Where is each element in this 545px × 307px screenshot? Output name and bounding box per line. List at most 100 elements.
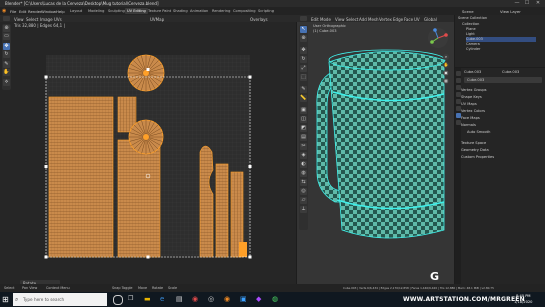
material-props-icon[interactable]: [455, 120, 461, 125]
tab-animation[interactable]: Animation: [188, 8, 210, 14]
tab-uv-editing[interactable]: UV Editing: [125, 8, 148, 14]
cortana-icon[interactable]: [113, 295, 123, 305]
menu-help[interactable]: Help: [56, 9, 65, 14]
tab-scripting[interactable]: Scripting: [256, 8, 276, 14]
clock-time[interactable]: 8:40 PM: [516, 294, 530, 298]
tool-props-icon[interactable]: [455, 71, 461, 76]
uv-overlays-button[interactable]: Overlays: [250, 17, 268, 22]
uv-island-side[interactable]: [117, 139, 161, 258]
vp-menu-select[interactable]: Select: [346, 17, 358, 22]
view-layer-selector[interactable]: View Layer: [500, 9, 521, 14]
uv-image-name[interactable]: UVMap: [150, 17, 164, 22]
object-props-icon[interactable]: [455, 99, 461, 104]
uv-island-handle-b[interactable]: [215, 163, 229, 258]
camera-icon[interactable]: ▣: [443, 70, 449, 76]
steam-icon[interactable]: ◎: [208, 295, 217, 303]
mug-body[interactable]: [328, 51, 445, 239]
vp-menu-uv[interactable]: UV: [414, 17, 420, 22]
menu-window[interactable]: Window: [41, 9, 56, 14]
edge-browser-icon[interactable]: e: [160, 295, 169, 303]
app3-taskbar-icon[interactable]: ◍: [272, 295, 281, 303]
chrome-icon[interactable]: ◉: [192, 295, 201, 303]
vp-menu-add[interactable]: Add: [359, 17, 367, 22]
zoom-icon[interactable]: ⌕: [443, 54, 449, 60]
navigation-gizmo[interactable]: [427, 27, 449, 49]
tab-layout[interactable]: Layout: [68, 8, 84, 14]
tab-shading[interactable]: Shading: [171, 8, 190, 14]
modifier-props-icon[interactable]: [455, 106, 461, 111]
tab-rendering[interactable]: Rendering: [210, 8, 232, 14]
clock-date[interactable]: 1/18/2020: [514, 300, 532, 304]
status-snap-toggle: Snap Toggle: [112, 286, 133, 290]
section-vertex-colors[interactable]: Vertex Colors: [461, 108, 485, 114]
editor-type-icon[interactable]: [3, 16, 10, 21]
pan-icon[interactable]: ✋: [443, 62, 449, 68]
tab-texture-paint[interactable]: Texture Paint: [146, 8, 173, 14]
viewport-editor-type-icon[interactable]: [300, 16, 307, 21]
scene-props-icon[interactable]: [455, 92, 461, 97]
uv-island-disc-top[interactable]: [127, 54, 165, 92]
menu-render[interactable]: Render: [28, 9, 42, 14]
maximize-button[interactable]: ☐: [522, 0, 532, 7]
uv-menu-select[interactable]: Select: [26, 17, 38, 22]
section-vertex-groups[interactable]: Vertex Groups: [461, 87, 487, 93]
mesh-name[interactable]: Cube.003: [502, 69, 519, 75]
file-explorer-icon[interactable]: ▬: [144, 295, 153, 303]
section-uv-maps[interactable]: UV Maps: [461, 101, 477, 107]
scene-selector[interactable]: Scene: [462, 9, 474, 14]
outliner-scene-collection[interactable]: Scene Collection: [458, 16, 487, 21]
edit-mode-selector[interactable]: Edit Mode: [311, 17, 331, 22]
close-button[interactable]: ✕: [533, 0, 543, 7]
transform-orientation[interactable]: Global: [424, 17, 437, 22]
section-face-maps[interactable]: Face Maps: [461, 115, 480, 121]
output-props-icon[interactable]: [455, 85, 461, 90]
blender-logo-icon[interactable]: ◉: [2, 8, 6, 14]
uv-menu-image[interactable]: Image: [40, 17, 53, 22]
uv-menu-uvs[interactable]: UVs: [54, 17, 62, 22]
vp-menu-face[interactable]: Face: [404, 17, 413, 22]
window-title: Blender* [C:\Users\Lucas de la Cerveza\D…: [5, 1, 159, 6]
vp-menu-vertex[interactable]: Vertex: [379, 17, 392, 22]
status-move: Move: [138, 286, 148, 290]
mesh-data-props-icon[interactable]: [455, 113, 461, 118]
uv-island-body[interactable]: [48, 96, 114, 258]
uv-island-handle-a[interactable]: [199, 145, 214, 258]
grid-icon[interactable]: ▦: [443, 78, 449, 84]
mug-viewport-canvas[interactable]: [297, 22, 454, 284]
render-props-icon[interactable]: [455, 78, 461, 83]
mesh-datablock-field[interactable]: Cube.003: [464, 77, 542, 83]
object-name[interactable]: Cube.003: [464, 69, 481, 75]
minimize-button[interactable]: —: [512, 0, 522, 7]
section-custom-properties[interactable]: Custom Properties: [461, 154, 494, 160]
vp-menu-view[interactable]: View: [335, 17, 345, 22]
uv-canvas[interactable]: [0, 22, 296, 284]
app-taskbar-icon[interactable]: ▣: [240, 295, 249, 303]
app2-taskbar-icon[interactable]: ◆: [256, 295, 265, 303]
uv-island-disc-bottom[interactable]: [128, 119, 164, 155]
properties-panel[interactable]: Cube.003 Cube.003 Cube.003 Vertex Groups…: [455, 68, 545, 284]
section-shape-keys[interactable]: Shape Keys: [461, 94, 482, 100]
3d-viewport[interactable]: User Orthographic (1) Cube.003 ↖ ⊕ ✥ ↻ ⤢…: [297, 22, 454, 284]
tab-sculpting[interactable]: Sculpting: [106, 8, 127, 14]
taskbar-search-box[interactable]: ⌕ Type here to search: [13, 293, 107, 306]
task-view-icon[interactable]: ❐: [128, 295, 137, 303]
auto-smooth-checkbox[interactable]: Auto Smooth: [467, 129, 490, 135]
menu-edit[interactable]: Edit: [19, 9, 26, 14]
status-rotate: Rotate: [152, 286, 164, 290]
menu-file[interactable]: File: [10, 9, 16, 14]
windows-start-icon[interactable]: ⊞: [2, 295, 11, 304]
uv-island-handle-d[interactable]: [239, 242, 247, 257]
store-icon[interactable]: ▤: [176, 295, 185, 303]
vp-menu-mesh[interactable]: Mesh: [368, 17, 379, 22]
tab-modeling[interactable]: Modeling: [86, 8, 106, 14]
blender-taskbar-icon[interactable]: ◉: [224, 295, 233, 303]
vp-menu-edge[interactable]: Edge: [393, 17, 403, 22]
section-texture-space[interactable]: Texture Space: [461, 140, 486, 146]
outliner-item-cylinder[interactable]: Cylinder: [466, 47, 481, 52]
outliner[interactable]: Scene Collection Collection Plane Light …: [455, 15, 545, 67]
uv-editor[interactable]: Tris 32,880 | Edges 64,1 | ⊕ ▭ ✥ ↻ ✎ ✋ ⟡: [0, 22, 296, 286]
uv-menu-view[interactable]: View: [14, 17, 24, 22]
section-geometry-data[interactable]: Geometry Data: [461, 147, 489, 153]
section-normals[interactable]: Normals: [461, 122, 476, 128]
tab-compositing[interactable]: Compositing: [231, 8, 258, 14]
